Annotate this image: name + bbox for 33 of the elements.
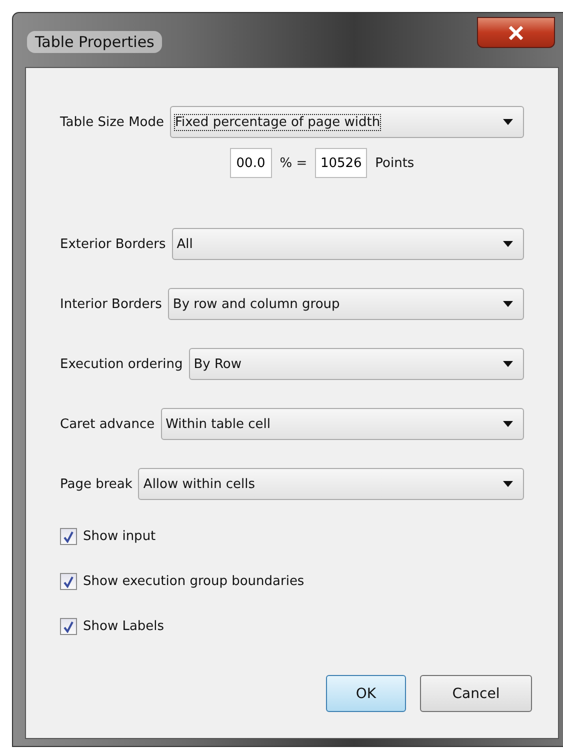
caret-icon	[503, 481, 513, 487]
field-label: Exterior Borders	[60, 236, 166, 252]
dropdown[interactable]: Within table cell	[160, 408, 524, 440]
checkbox-label: Show input	[83, 529, 156, 544]
checkbox[interactable]	[60, 528, 77, 545]
caret-icon	[503, 301, 513, 307]
caret-icon	[503, 361, 513, 367]
field-label: Table Size Mode	[60, 114, 164, 130]
checkbox[interactable]	[60, 573, 77, 590]
dropdown[interactable]: By Row	[188, 348, 524, 380]
window-title: Table Properties	[27, 31, 162, 53]
checkbox-label: Show execution group boundaries	[83, 574, 304, 589]
field-label: Execution ordering	[60, 356, 183, 372]
unit-label: Points	[375, 156, 414, 170]
close-icon	[508, 26, 524, 40]
caret-icon	[503, 241, 513, 247]
dropdown[interactable]: Fixed percentage of page width	[170, 106, 524, 138]
field-label: Page break	[60, 476, 132, 492]
caret-icon	[503, 119, 513, 125]
close-button[interactable]	[477, 17, 555, 48]
field-label: Interior Borders	[60, 296, 162, 312]
dropdown[interactable]: By row and column group	[168, 288, 524, 320]
percent-field[interactable]: 00.0	[230, 148, 272, 178]
checkbox-label: Show Labels	[83, 619, 164, 634]
checkbox[interactable]	[60, 618, 77, 635]
points-field[interactable]: 10526	[315, 148, 368, 178]
caret-icon	[503, 421, 513, 427]
cancel-button[interactable]: Cancel	[420, 675, 532, 712]
field-label: Caret advance	[60, 416, 155, 432]
ok-button[interactable]: OK	[326, 675, 406, 712]
dropdown[interactable]: All	[172, 228, 524, 260]
dropdown[interactable]: Allow within cells	[138, 468, 524, 500]
equals-label: % =	[280, 156, 308, 170]
